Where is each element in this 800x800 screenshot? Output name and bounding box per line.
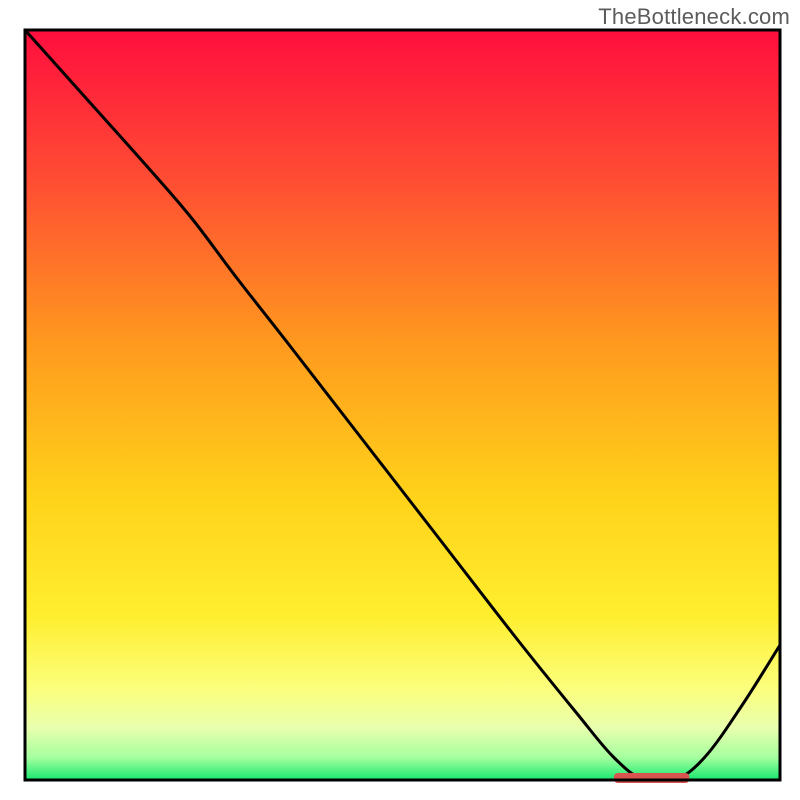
gradient-background — [25, 30, 780, 780]
chart-container: TheBottleneck.com — [0, 0, 800, 800]
bottleneck-chart — [0, 0, 800, 800]
attribution-label: TheBottleneck.com — [598, 4, 790, 30]
